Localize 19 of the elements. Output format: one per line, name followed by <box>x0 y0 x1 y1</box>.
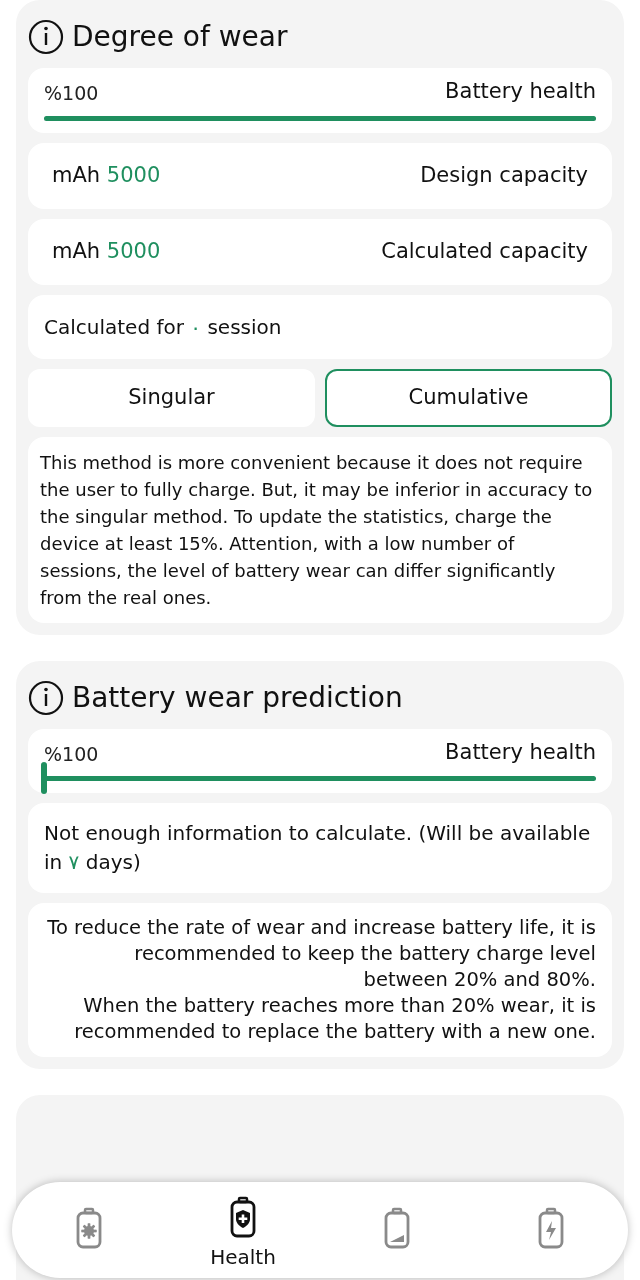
capacity-value: mAh 5000 <box>52 161 161 189</box>
method-description: This method is more convenient because it does not require the user to fully charge. But, it may be inferior in accuracy to the singular method. To update the statistics, charge the device at least 15%. Attention, with a low number of sessions, the level of battery wear can differ significantly from the real ones. <box>28 436 612 623</box>
info-icon[interactable] <box>28 679 64 716</box>
capacity-value: mAh 5000 <box>52 237 161 265</box>
health-label: Battery health <box>445 738 596 766</box>
capacity-label: Calculated capacity <box>381 237 588 265</box>
capacity-label: Design capacity <box>420 161 588 189</box>
advice-text: To reduce the rate of wear and increase battery life, it is recommended to keep the battery charge level between 20% and 80%. <box>46 915 596 993</box>
card-title: Degree of wear <box>72 19 288 55</box>
info-icon[interactable] <box>28 19 64 55</box>
method-tab[interactable]: Cumulative <box>325 368 612 427</box>
slider-thumb[interactable] <box>41 762 47 794</box>
health-value: %100 <box>44 81 99 106</box>
method-tab[interactable]: Singular <box>28 368 315 427</box>
nav-tab[interactable]: Health <box>166 1188 320 1272</box>
health-label: Battery health <box>445 78 596 105</box>
advice-text: When the battery reaches more than 20% wear, it is recommended to replace the battery with a new one. <box>73 993 596 1045</box>
health-value: %100 <box>44 741 99 767</box>
card-title: Battery wear prediction <box>72 679 403 716</box>
